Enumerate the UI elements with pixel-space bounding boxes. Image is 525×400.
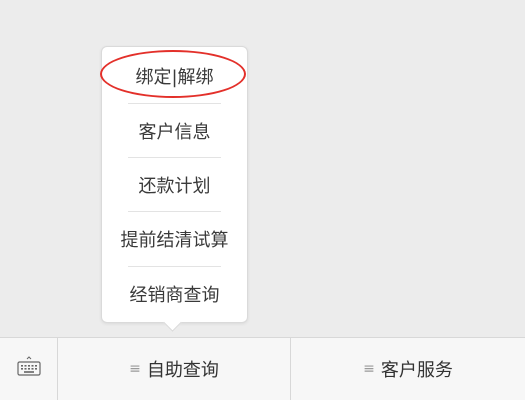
- menu-item-customer-info[interactable]: 客户信息: [102, 104, 247, 158]
- menu-item-label: 绑定|解绑: [135, 67, 214, 88]
- menu-item-label: 提前结清试算: [120, 230, 229, 251]
- menu-item-label: 经销商查询: [129, 285, 220, 306]
- menu-item-label: 客户信息: [138, 122, 211, 143]
- tab-customer-service[interactable]: ≡ 客户服务: [291, 338, 525, 400]
- menu-item-early-settlement[interactable]: 提前结清试算: [102, 212, 247, 266]
- keyboard-icon: [16, 356, 41, 382]
- menu-item-label: 还款计划: [138, 176, 211, 197]
- menu-lines-icon: ≡: [129, 361, 141, 377]
- tab-label: 客户服务: [380, 360, 453, 381]
- bottom-menu-bar: ≡ 自助查询 ≡ 客户服务: [0, 337, 525, 400]
- tab-self-service-query[interactable]: ≡ 自助查询: [58, 338, 291, 400]
- keyboard-toggle-button[interactable]: [0, 338, 58, 400]
- menu-item-repayment-plan[interactable]: 还款计划: [102, 158, 247, 212]
- menu-item-dealer-query[interactable]: 经销商查询: [102, 267, 247, 321]
- popup-menu: 绑定|解绑 客户信息 还款计划 提前结清试算 经销商查询: [101, 46, 248, 323]
- tab-label: 自助查询: [146, 360, 219, 381]
- menu-item-bind-unbind[interactable]: 绑定|解绑: [102, 49, 247, 103]
- menu-lines-icon: ≡: [363, 361, 375, 377]
